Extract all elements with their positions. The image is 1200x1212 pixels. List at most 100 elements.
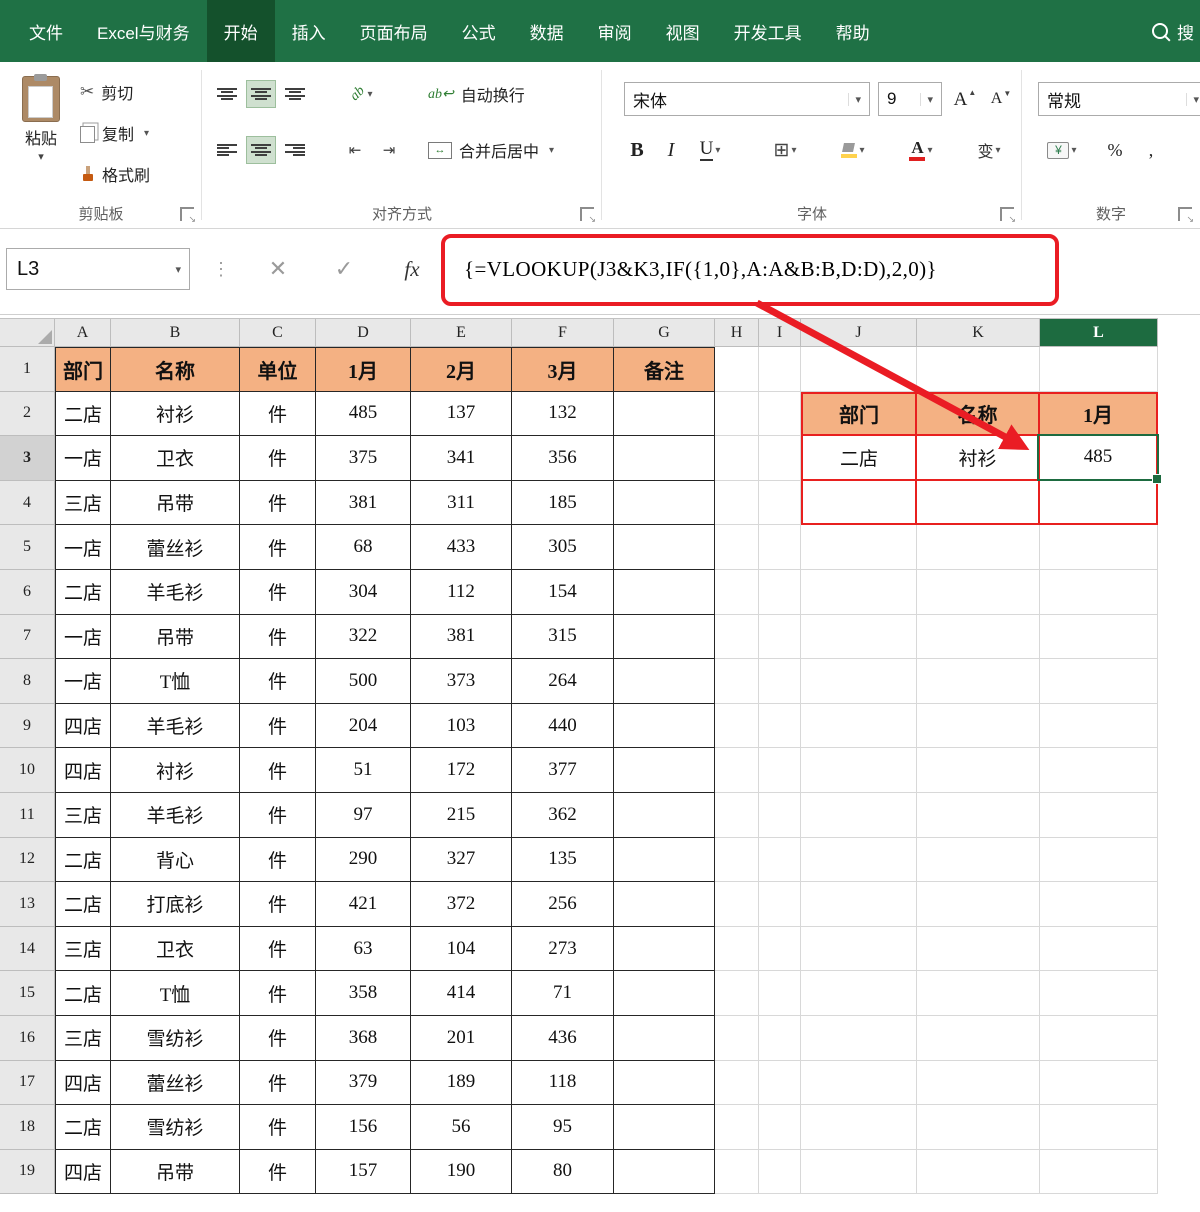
- row-header-15[interactable]: 15: [0, 971, 55, 1016]
- cell-J9[interactable]: [801, 703, 917, 749]
- cell-I13[interactable]: [759, 882, 801, 927]
- font-name-combo[interactable]: 宋体 ▾: [624, 82, 870, 116]
- cell-J12[interactable]: [801, 837, 917, 883]
- ribbon-tab-4[interactable]: 插入: [275, 0, 343, 62]
- cell-C17[interactable]: 件: [240, 1060, 316, 1106]
- cell-F14[interactable]: 273: [512, 926, 614, 972]
- cell-C11[interactable]: 件: [240, 792, 316, 838]
- column-header-K[interactable]: K: [917, 319, 1040, 347]
- cell-L12[interactable]: [1040, 837, 1158, 883]
- cell-G14[interactable]: [614, 926, 715, 972]
- cell-E2[interactable]: 137: [411, 391, 512, 437]
- column-header-F[interactable]: F: [512, 319, 614, 347]
- cell-J2[interactable]: 部门: [801, 391, 917, 437]
- cell-C8[interactable]: 件: [240, 659, 316, 704]
- cell-C1[interactable]: 单位: [240, 347, 316, 392]
- cell-K9[interactable]: [917, 703, 1040, 749]
- font-color-button[interactable]: A ▾: [898, 136, 944, 164]
- cell-L10[interactable]: [1040, 748, 1158, 793]
- cell-H1[interactable]: [715, 347, 759, 392]
- cell-J1[interactable]: [801, 347, 917, 392]
- cut-button[interactable]: ✂ 剪切: [80, 77, 133, 107]
- cell-F8[interactable]: 264: [512, 659, 614, 704]
- cell-H12[interactable]: [715, 837, 759, 883]
- cell-F2[interactable]: 132: [512, 391, 614, 437]
- cell-G7[interactable]: [614, 614, 715, 660]
- ribbon-tab-11[interactable]: 帮助: [819, 0, 887, 62]
- cell-F4[interactable]: 185: [512, 480, 614, 526]
- cell-A15[interactable]: 二店: [55, 971, 111, 1016]
- cell-K1[interactable]: [917, 347, 1040, 392]
- cell-F11[interactable]: 362: [512, 792, 614, 838]
- cell-K7[interactable]: [917, 614, 1040, 660]
- cell-J16[interactable]: [801, 1015, 917, 1061]
- cell-E10[interactable]: 172: [411, 748, 512, 793]
- cell-F13[interactable]: 256: [512, 882, 614, 927]
- cell-G9[interactable]: [614, 703, 715, 749]
- cell-C6[interactable]: 件: [240, 569, 316, 615]
- cell-G6[interactable]: [614, 569, 715, 615]
- cell-L5[interactable]: [1040, 525, 1158, 570]
- cell-G17[interactable]: [614, 1060, 715, 1106]
- cell-I12[interactable]: [759, 837, 801, 883]
- cell-J8[interactable]: [801, 659, 917, 704]
- cell-G18[interactable]: [614, 1105, 715, 1150]
- number-format-combo[interactable]: 常规 ▾: [1038, 82, 1200, 116]
- cell-K8[interactable]: [917, 659, 1040, 704]
- cell-B6[interactable]: 羊毛衫: [111, 569, 240, 615]
- underline-dropdown-arrow[interactable]: ▾: [715, 145, 720, 156]
- decrease-font-button[interactable]: A ▼: [986, 85, 1016, 113]
- formula-text[interactable]: {=VLOOKUP(J3&K3,IF({1,0},A:A&B:B,D:D),2,…: [464, 248, 937, 290]
- row-header-18[interactable]: 18: [0, 1105, 55, 1150]
- column-header-B[interactable]: B: [111, 319, 240, 347]
- cell-F15[interactable]: 71: [512, 971, 614, 1016]
- cell-J19[interactable]: [801, 1149, 917, 1195]
- cell-A8[interactable]: 一店: [55, 659, 111, 704]
- cell-K13[interactable]: [917, 882, 1040, 927]
- align-center-button[interactable]: [246, 136, 276, 164]
- font-color-dropdown-arrow[interactable]: ▾: [927, 145, 932, 156]
- cell-E1[interactable]: 2月: [411, 347, 512, 392]
- cell-J11[interactable]: [801, 792, 917, 838]
- cell-J13[interactable]: [801, 882, 917, 927]
- increase-indent-button[interactable]: ⇥: [374, 136, 404, 164]
- cell-H6[interactable]: [715, 569, 759, 615]
- cell-H4[interactable]: [715, 480, 759, 526]
- cell-I5[interactable]: [759, 525, 801, 570]
- comma-style-button[interactable]: ,: [1136, 136, 1166, 164]
- cell-F9[interactable]: 440: [512, 703, 614, 749]
- cell-E6[interactable]: 112: [411, 569, 512, 615]
- cell-F16[interactable]: 436: [512, 1015, 614, 1061]
- cell-D2[interactable]: 485: [316, 391, 411, 437]
- cell-K12[interactable]: [917, 837, 1040, 883]
- row-header-7[interactable]: 7: [0, 614, 55, 660]
- wrap-text-button[interactable]: ab↩ 自动换行: [428, 79, 525, 109]
- cell-E8[interactable]: 373: [411, 659, 512, 704]
- cell-L14[interactable]: [1040, 926, 1158, 972]
- cell-H2[interactable]: [715, 391, 759, 437]
- number-dialog-launcher[interactable]: [1178, 207, 1194, 225]
- cell-A12[interactable]: 二店: [55, 837, 111, 883]
- cell-E11[interactable]: 215: [411, 792, 512, 838]
- row-header-8[interactable]: 8: [0, 659, 55, 704]
- cell-B7[interactable]: 吊带: [111, 614, 240, 660]
- cell-A1[interactable]: 部门: [55, 347, 111, 392]
- cell-K6[interactable]: [917, 569, 1040, 615]
- cell-D18[interactable]: 156: [316, 1105, 411, 1150]
- cell-E16[interactable]: 201: [411, 1015, 512, 1061]
- cell-D12[interactable]: 290: [316, 837, 411, 883]
- cell-C15[interactable]: 件: [240, 971, 316, 1016]
- cell-K4[interactable]: [917, 480, 1040, 526]
- cell-E13[interactable]: 372: [411, 882, 512, 927]
- cell-L2[interactable]: 1月: [1040, 391, 1158, 437]
- cell-J14[interactable]: [801, 926, 917, 972]
- cell-H13[interactable]: [715, 882, 759, 927]
- row-header-6[interactable]: 6: [0, 569, 55, 615]
- cell-D14[interactable]: 63: [316, 926, 411, 972]
- cell-E18[interactable]: 56: [411, 1105, 512, 1150]
- cell-A18[interactable]: 二店: [55, 1105, 111, 1150]
- ribbon-tab-8[interactable]: 审阅: [581, 0, 649, 62]
- cell-F6[interactable]: 154: [512, 569, 614, 615]
- borders-dropdown-arrow[interactable]: ▾: [791, 145, 796, 156]
- cell-B10[interactable]: 衬衫: [111, 748, 240, 793]
